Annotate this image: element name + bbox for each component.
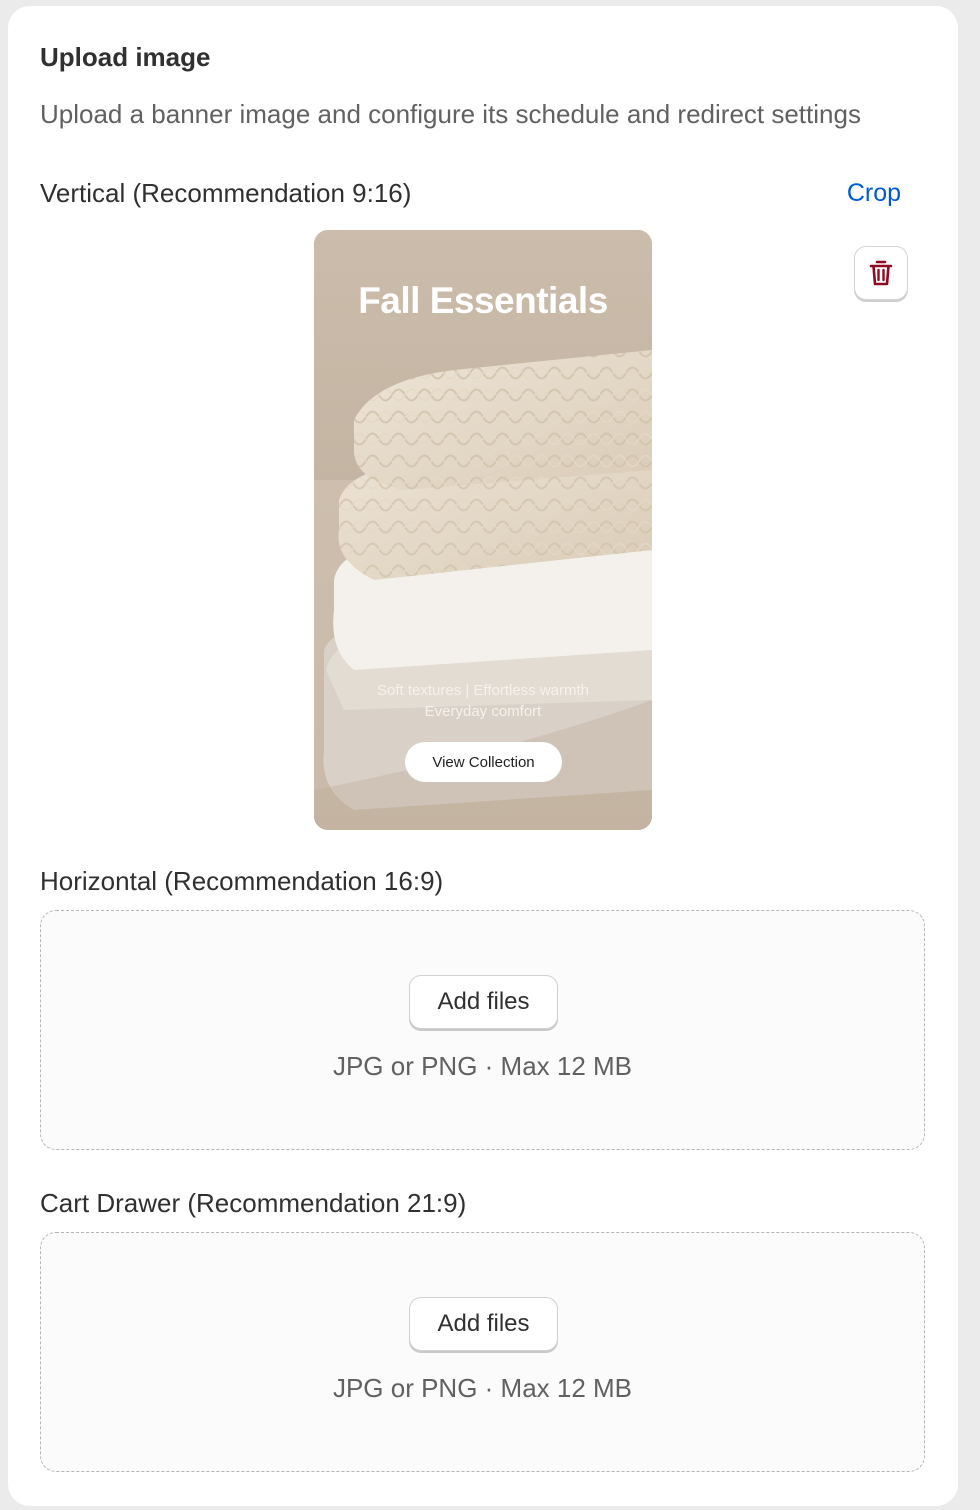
card-subtitle: Upload a banner image and configure its …: [40, 99, 861, 129]
banner-title: Fall Essentials: [358, 280, 608, 321]
trash-icon: [869, 260, 893, 286]
cart-drawer-add-files-button[interactable]: Add files: [409, 1297, 558, 1351]
vertical-label: Vertical (Recommendation 9:16): [40, 178, 412, 208]
banner-subtitle: Soft textures | Effortless warmth Everyd…: [314, 680, 652, 722]
upload-image-card: Upload image Upload a banner image and c…: [8, 6, 958, 1506]
cart-drawer-file-hint: JPG or PNG · Max 12 MB: [332, 1373, 633, 1403]
vertical-image-preview: Fall Essentials Soft textures | Effortle…: [314, 230, 652, 830]
cart-drawer-label: Cart Drawer (Recommendation 21:9): [40, 1188, 467, 1218]
delete-image-button[interactable]: [854, 246, 908, 300]
horizontal-dropzone[interactable]: Add files JPG or PNG · Max 12 MB: [40, 910, 925, 1150]
horizontal-file-hint: JPG or PNG · Max 12 MB: [332, 1051, 633, 1081]
banner-subtitle-line1: Soft textures | Effortless warmth: [376, 682, 590, 699]
banner-subtitle-line2: Everyday comfort: [424, 703, 542, 720]
card-title: Upload image: [40, 42, 211, 72]
horizontal-label: Horizontal (Recommendation 16:9): [40, 866, 444, 896]
cart-drawer-dropzone[interactable]: Add files JPG or PNG · Max 12 MB: [40, 1232, 925, 1472]
banner-view-collection-button: View Collection: [405, 742, 562, 782]
crop-link[interactable]: Crop: [847, 179, 901, 208]
horizontal-add-files-button[interactable]: Add files: [409, 975, 558, 1029]
